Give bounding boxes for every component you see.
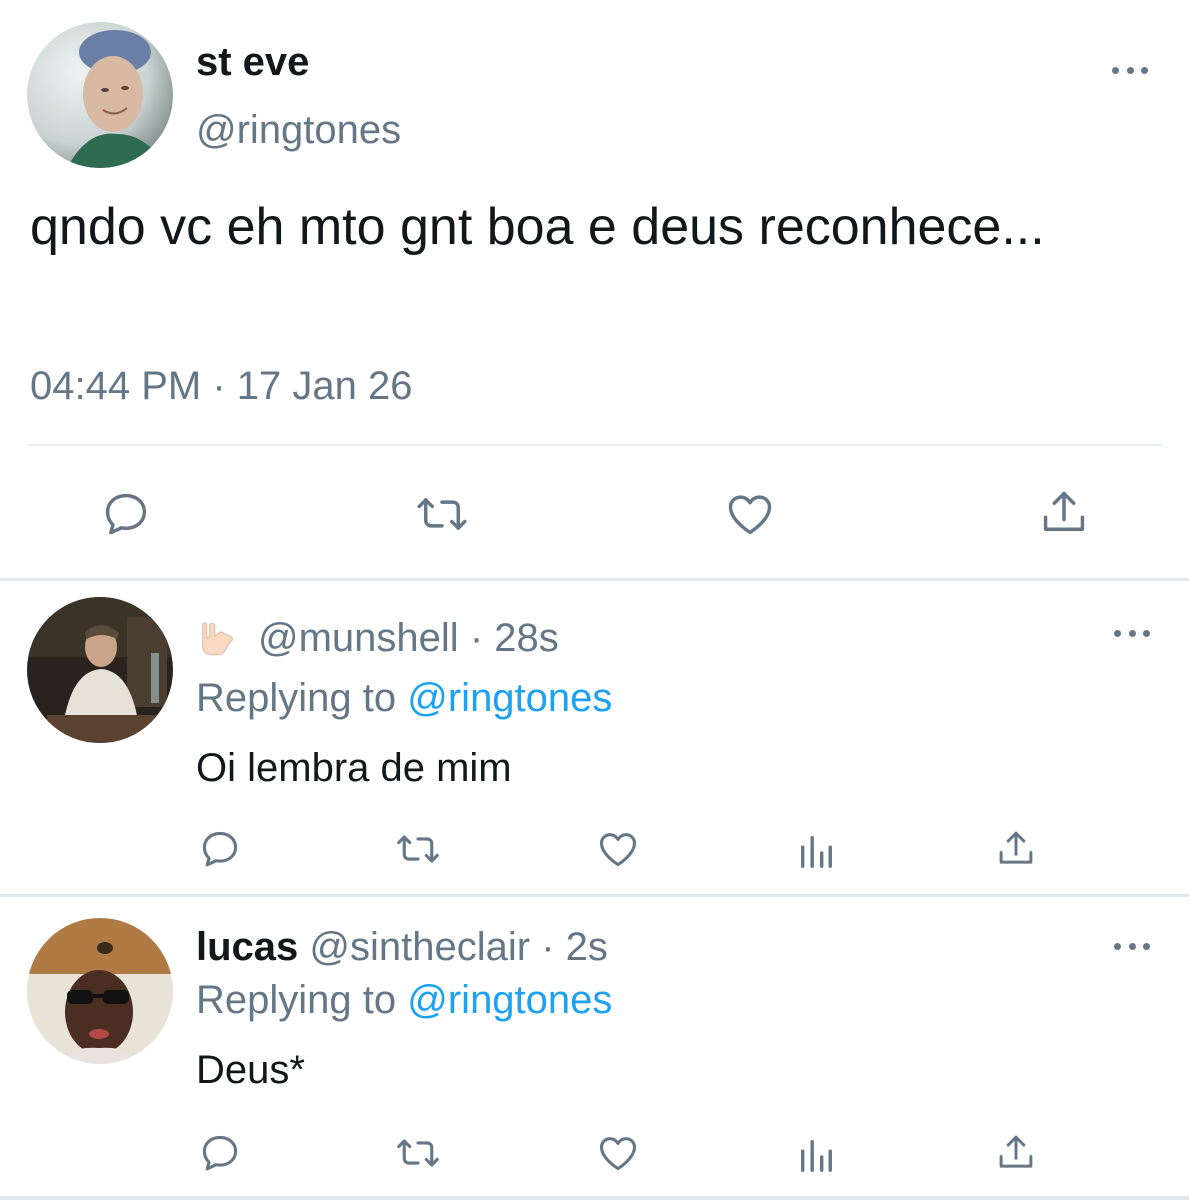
- analytics-icon[interactable]: [796, 830, 836, 872]
- reply-time[interactable]: · 2s: [541, 925, 608, 969]
- tweet-thread-page: st eve @ringtones qndo vc eh mto gnt boa…: [0, 0, 1189, 1200]
- retweet-icon[interactable]: [412, 486, 472, 542]
- reply-author[interactable]: lucas @sintheclair · 2s: [196, 925, 608, 970]
- retweet-icon[interactable]: [392, 1130, 444, 1176]
- like-icon[interactable]: [594, 826, 642, 872]
- love-you-gesture-emoji: [202, 622, 234, 656]
- divider: [28, 444, 1161, 446]
- replying-to-label: Replying to: [196, 978, 397, 1022]
- reply-time[interactable]: · 28s: [470, 616, 559, 660]
- analytics-icon[interactable]: [796, 1134, 836, 1176]
- divider: [0, 894, 1189, 897]
- avatar[interactable]: [27, 22, 173, 168]
- share-icon[interactable]: [994, 826, 1038, 872]
- divider: [0, 578, 1189, 581]
- more-options-icon[interactable]: [1114, 936, 1150, 956]
- more-options-icon[interactable]: [1114, 623, 1150, 643]
- tweet-text: qndo vc eh mto gnt boa e deus reconhece.…: [30, 198, 1045, 256]
- display-name[interactable]: lucas: [196, 925, 298, 969]
- reply-icon[interactable]: [98, 486, 154, 542]
- avatar-photo: [27, 22, 173, 168]
- reply-author[interactable]: @munshell · 28s: [196, 616, 559, 661]
- reply-icon[interactable]: [196, 1130, 244, 1176]
- like-icon[interactable]: [594, 1130, 642, 1176]
- more-options-icon[interactable]: [1112, 60, 1148, 80]
- tweet-timestamp[interactable]: 04:44 PM · 17 Jan 26: [30, 364, 412, 409]
- display-name[interactable]: st eve: [196, 40, 309, 85]
- user-handle[interactable]: @ringtones: [196, 108, 401, 153]
- retweet-icon[interactable]: [392, 826, 444, 872]
- replying-to-line: Replying to @ringtones: [196, 676, 612, 721]
- like-icon[interactable]: [722, 486, 778, 542]
- reply-text: Oi lembra de mim: [196, 746, 512, 790]
- main-tweet: st eve @ringtones qndo vc eh mto gnt boa…: [0, 0, 1189, 580]
- divider: [0, 1196, 1189, 1200]
- replying-to-line: Replying to @ringtones: [196, 978, 612, 1023]
- share-icon[interactable]: [1036, 484, 1092, 542]
- user-handle[interactable]: @sintheclair: [309, 925, 530, 969]
- mention-link[interactable]: @ringtones: [407, 978, 612, 1022]
- avatar[interactable]: [27, 918, 173, 1064]
- user-handle[interactable]: @munshell: [258, 616, 459, 660]
- mention-link[interactable]: @ringtones: [407, 676, 612, 720]
- avatar[interactable]: [27, 597, 173, 743]
- reply-icon[interactable]: [196, 826, 244, 872]
- replying-to-label: Replying to: [196, 676, 397, 720]
- share-icon[interactable]: [994, 1130, 1038, 1176]
- avatar-photo: [27, 597, 173, 743]
- avatar-photo: [27, 918, 173, 1064]
- reply-text: Deus*: [196, 1048, 305, 1092]
